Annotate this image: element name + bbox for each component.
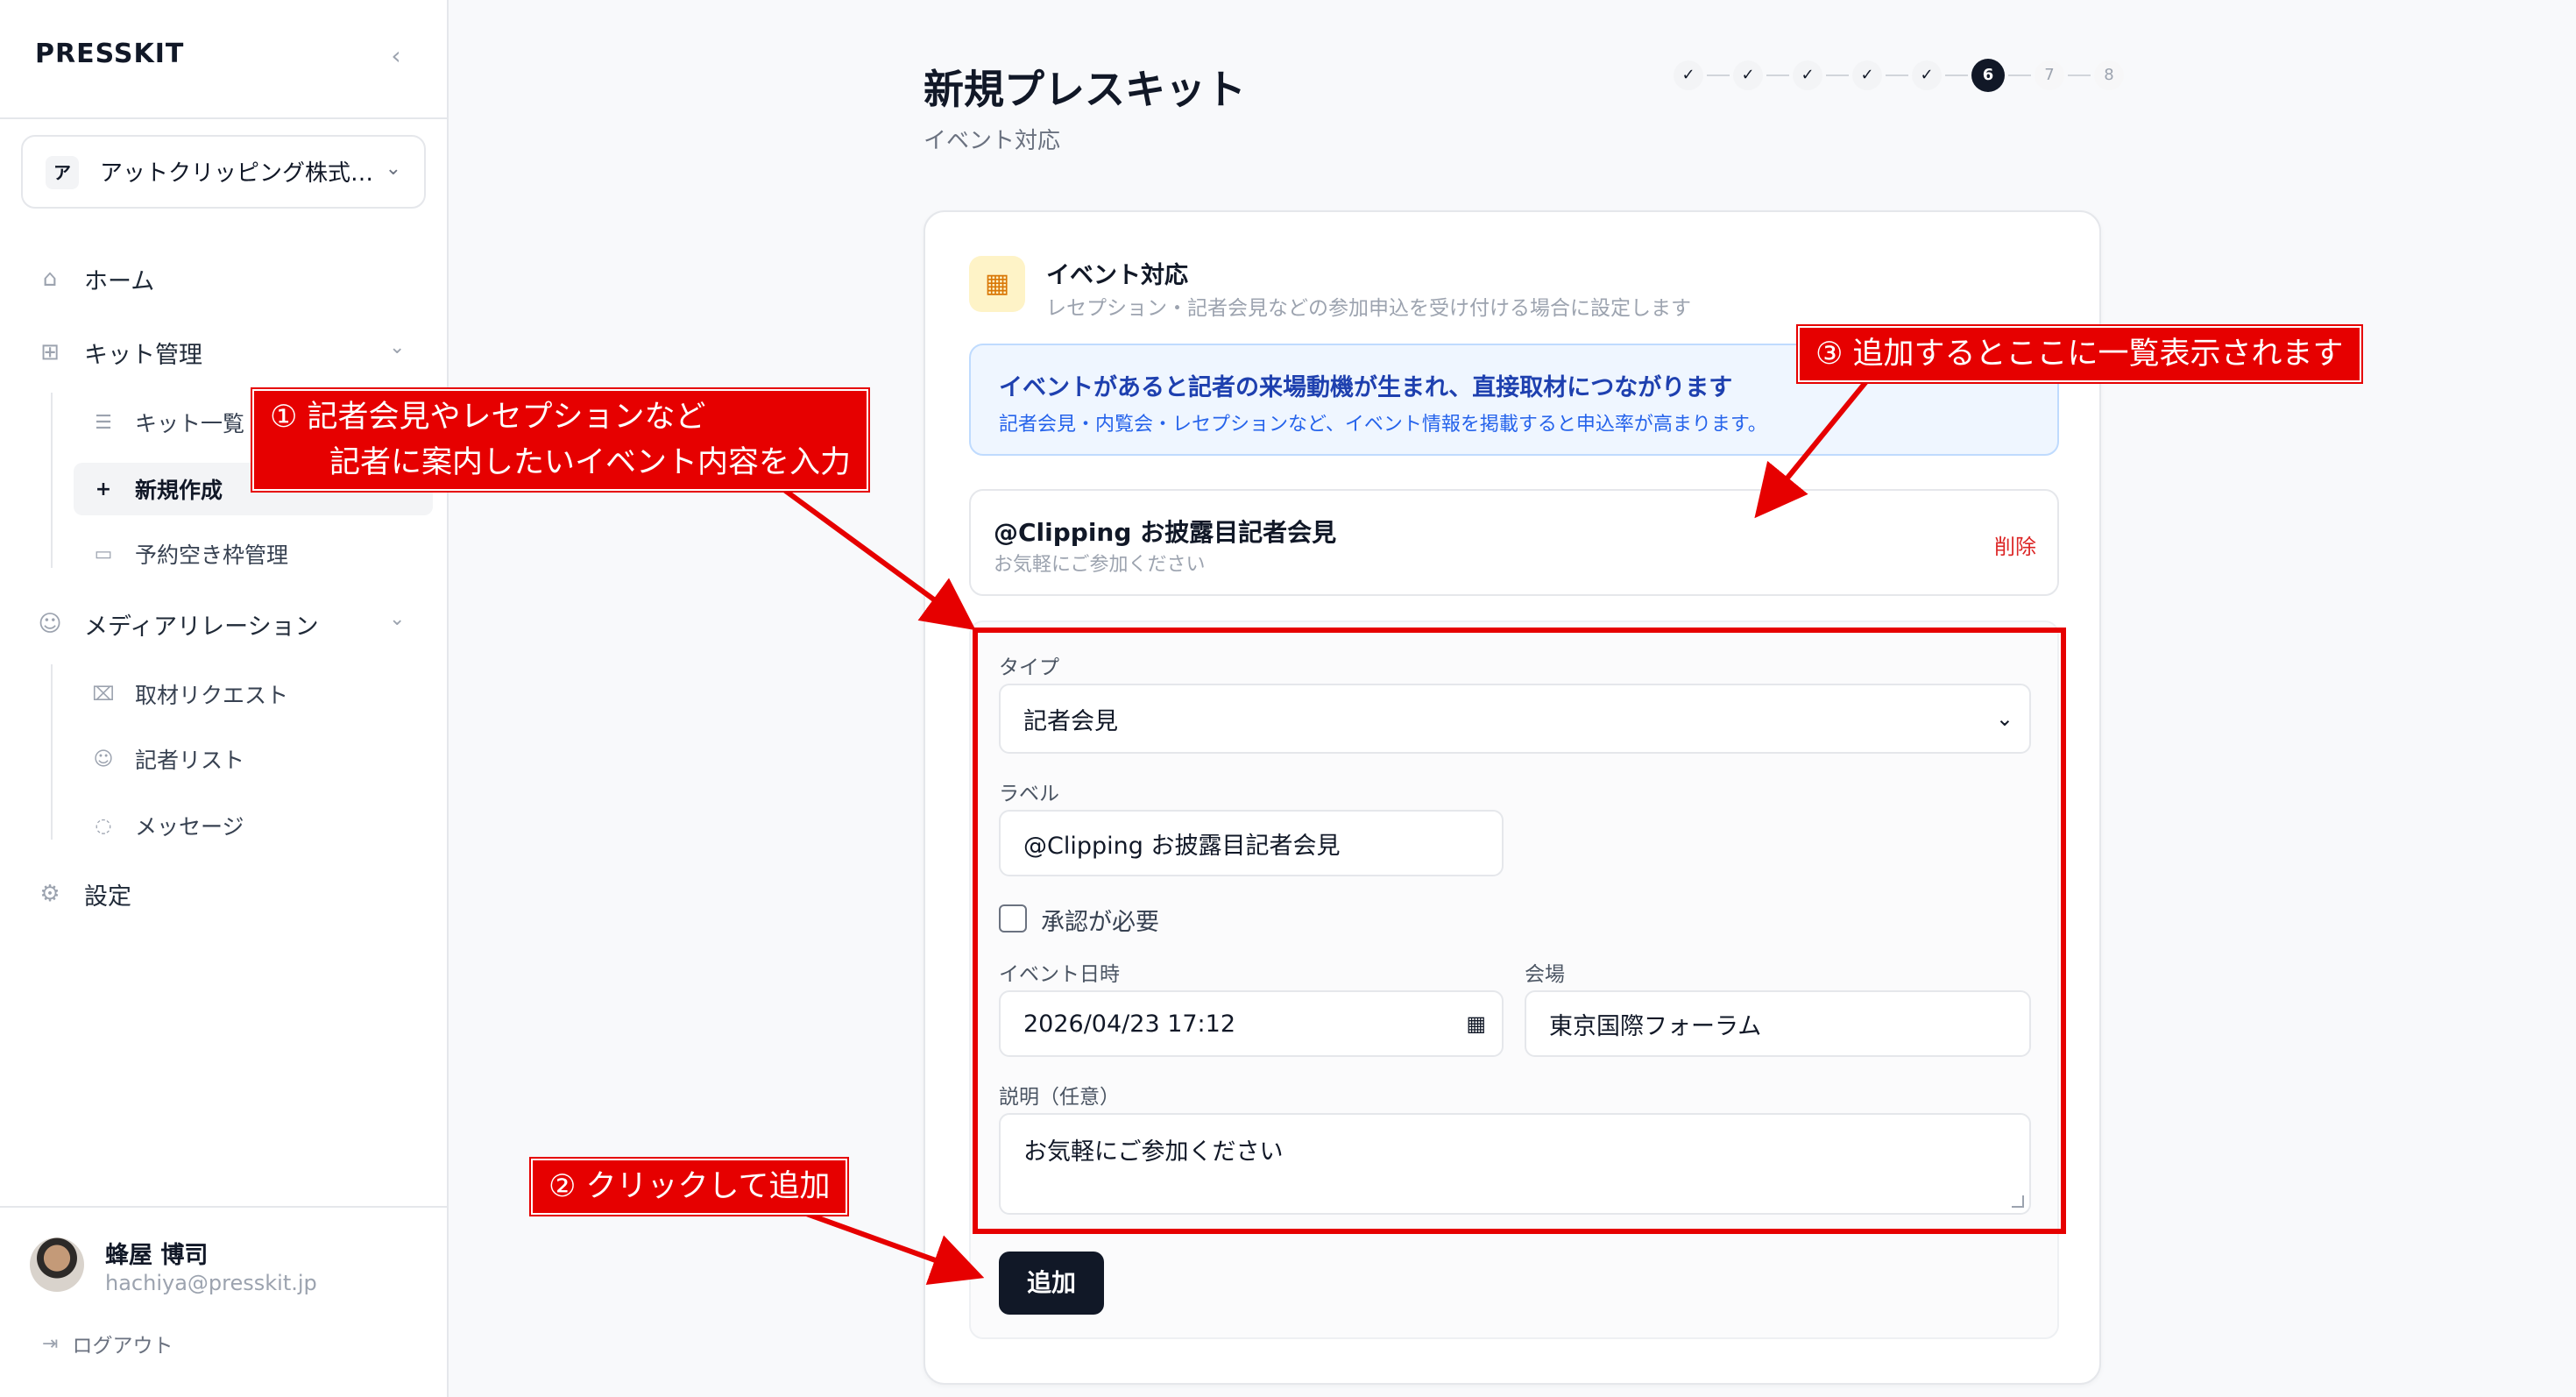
annotation-note-1-line2: 記者に案内したいイベント内容を入力 <box>329 445 852 480</box>
nav-label: メディアリレーション <box>84 613 319 641</box>
info-title: イベントがあると記者の来場動機が生まれ、直接取材につながります <box>999 374 1733 401</box>
chevron-left-icon[interactable]: ‹ <box>382 42 410 70</box>
nav-label: 取材リクエスト <box>135 683 289 708</box>
step-7[interactable]: 7 <box>2035 60 2064 90</box>
event-item-description: お気軽にご参加ください <box>994 554 1206 576</box>
annotation-note-1-line1: ① 記者会見やレセプションなど <box>270 400 706 435</box>
inbox-icon: ⌧ <box>92 683 115 706</box>
annotation-highlight-rect <box>973 628 2066 1234</box>
divider <box>0 117 447 119</box>
step-separator <box>2008 74 2031 76</box>
section-title: イベント対応 <box>1046 262 1188 289</box>
calendar-icon: ▭ <box>94 542 113 565</box>
add-event-button[interactable]: 追加 <box>999 1252 1104 1315</box>
event-list-item: @Clipping お披露目記者会見 お気軽にご参加ください 削除 <box>969 489 2059 596</box>
nav-item-home[interactable]: ⌂ ホーム <box>35 258 154 300</box>
step-separator <box>1707 74 1730 76</box>
calendar-icon: ▦ <box>969 256 1025 312</box>
avatar <box>30 1237 84 1292</box>
grid-icon: ⊞ <box>40 339 60 365</box>
users-icon: ☺ <box>38 611 62 637</box>
nav-label: 予約空き枠管理 <box>135 542 289 568</box>
step-separator <box>1766 74 1789 76</box>
nav-label: キット一覧 <box>135 411 245 436</box>
chat-icon: ◌ <box>95 814 112 837</box>
user-email: hachiya@presskit.jp <box>105 1271 317 1295</box>
step-6-current[interactable]: 6 <box>1971 59 2005 92</box>
page-title: 新規プレスキット <box>924 66 1246 113</box>
page-subtitle: イベント対応 <box>924 128 1061 154</box>
org-badge: ア <box>46 156 79 189</box>
section-description: レセプション・記者会見などの参加申込を受け付ける場合に設定します <box>1046 297 1691 320</box>
event-item-label: @Clipping お披露目記者会見 <box>994 518 1337 547</box>
list-icon: ☰ <box>95 411 112 434</box>
nav-label: ホーム <box>84 267 155 295</box>
logout-icon: ⇥ <box>42 1332 59 1355</box>
stepper: ✓ ✓ ✓ ✓ ✓ 6 7 8 <box>1674 58 2124 93</box>
nav-label: キット管理 <box>84 341 202 369</box>
step-separator <box>1886 74 1908 76</box>
nav-item-media[interactable]: ☺ メディアリレーション <box>35 603 319 645</box>
chevron-down-icon: ⌄ <box>385 158 401 180</box>
home-icon: ⌂ <box>42 266 58 292</box>
sidebar: PRESSKIT ‹ ア アットクリッピング株式… ⌄ ⌂ ホーム ⊞ キット管… <box>0 0 449 1397</box>
nav-item-kit-list[interactable]: ☰ キット一覧 <box>74 396 244 449</box>
step-separator <box>1945 74 1968 76</box>
app-logo: PRESSKIT <box>35 39 185 69</box>
nav-label: メッセージ <box>135 814 244 840</box>
nav-item-settings[interactable]: ⚙ 設定 <box>35 873 131 915</box>
plus-icon: + <box>95 478 112 500</box>
step-2[interactable]: ✓ <box>1733 60 1763 90</box>
users-icon: ☺ <box>93 748 114 770</box>
nav-item-journalists[interactable]: ☺ 記者リスト <box>74 733 244 785</box>
divider <box>0 1206 447 1208</box>
nav-label: 設定 <box>84 883 131 911</box>
delete-event-button[interactable]: 削除 <box>1994 529 2036 560</box>
step-separator <box>2068 74 2091 76</box>
step-5[interactable]: ✓ <box>1912 60 1942 90</box>
org-name: アットクリッピング株式… <box>100 160 374 187</box>
annotation-note-1: ① 記者会見やレセプションなど 記者に案内したいイベント内容を入力 <box>252 389 869 491</box>
gear-icon: ⚙ <box>39 881 60 907</box>
step-1[interactable]: ✓ <box>1674 60 1703 90</box>
nav-item-slots[interactable]: ▭ 予約空き枠管理 <box>74 528 288 580</box>
nav-item-messages[interactable]: ◌ メッセージ <box>74 799 244 852</box>
nav-label: 記者リスト <box>135 748 245 773</box>
step-separator <box>1826 74 1849 76</box>
org-selector[interactable]: ア アットクリッピング株式… ⌄ <box>21 135 426 209</box>
chevron-down-icon[interactable]: ⌄ <box>389 608 405 630</box>
nav-item-requests[interactable]: ⌧ 取材リクエスト <box>74 668 288 720</box>
step-4[interactable]: ✓ <box>1852 60 1882 90</box>
nav-item-kit[interactable]: ⊞ キット管理 <box>35 331 202 373</box>
chevron-down-icon[interactable]: ⌄ <box>389 337 405 358</box>
user-name: 蜂屋 博司 <box>105 1242 209 1269</box>
step-3[interactable]: ✓ <box>1793 60 1822 90</box>
logout-label: ログアウト <box>72 1335 173 1358</box>
info-text: 記者会見・内覧会・レセプションなど、イベント情報を掲載すると申込率が高まります。 <box>999 414 1767 436</box>
subnav-line <box>51 664 53 840</box>
annotation-note-3: ③ 追加するとここに一覧表示されます <box>1798 326 2361 382</box>
nav-label: 新規作成 <box>135 478 223 503</box>
logout-button[interactable]: ⇥ ログアウト <box>42 1329 173 1358</box>
annotation-note-2: ② クリックして追加 <box>531 1159 848 1215</box>
step-8[interactable]: 8 <box>2094 60 2124 90</box>
subnav-line <box>51 393 53 568</box>
